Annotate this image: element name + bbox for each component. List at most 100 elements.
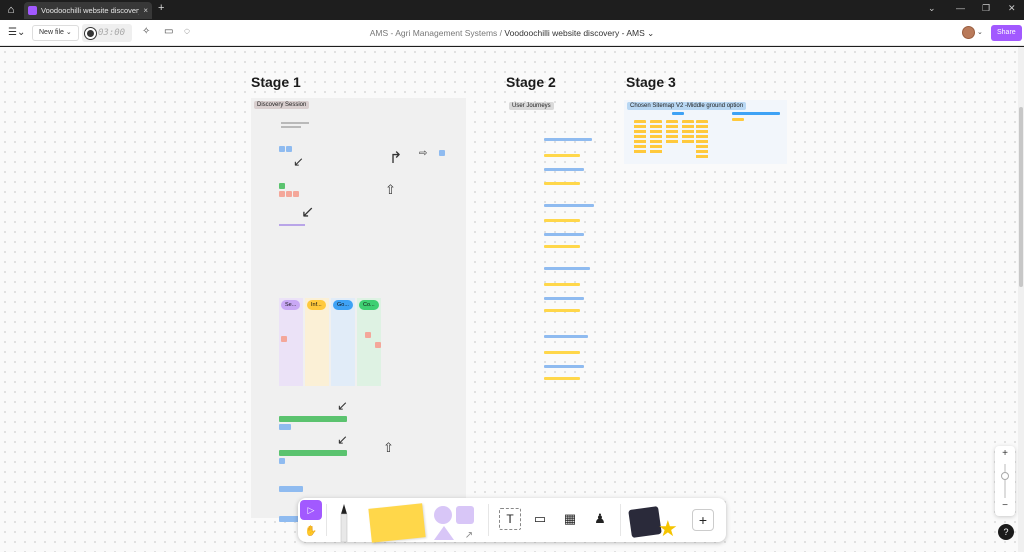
sitemap-column[interactable] bbox=[696, 120, 708, 160]
board-column bbox=[305, 298, 329, 386]
breadcrumb-team[interactable]: AMS - Agri Management Systems bbox=[370, 28, 498, 38]
journey-row[interactable] bbox=[544, 297, 584, 300]
sticky-note[interactable] bbox=[439, 150, 445, 156]
sitemap-section[interactable]: Chosen Sitemap V2 -Middle ground option bbox=[624, 100, 787, 164]
maximize-icon[interactable]: ❐ bbox=[982, 3, 990, 14]
sticky-row[interactable] bbox=[279, 486, 303, 492]
home-icon[interactable]: ⌂ bbox=[0, 0, 22, 20]
journey-row[interactable] bbox=[544, 219, 580, 222]
sitemap-column[interactable] bbox=[650, 120, 662, 154]
creation-toolbar: ▷ ✋ ↗ T ▭ ▦ ♟ ★ + bbox=[298, 498, 726, 543]
sticky-row[interactable] bbox=[279, 424, 291, 430]
chevron-down-icon[interactable]: ⌄ bbox=[928, 3, 936, 14]
sticky-note[interactable] bbox=[279, 146, 285, 152]
breadcrumb-file[interactable]: Voodoochilli website discovery - AMS ⌄ bbox=[504, 28, 654, 38]
board-column bbox=[331, 298, 355, 386]
journey-row[interactable] bbox=[544, 168, 584, 171]
sticky-note[interactable] bbox=[375, 342, 381, 348]
sticky-row[interactable] bbox=[279, 416, 347, 422]
arrow-connector: ⇨ bbox=[419, 148, 428, 159]
zoom-slider-track[interactable] bbox=[1004, 464, 1006, 498]
journey-row[interactable] bbox=[544, 283, 580, 286]
zoom-in-button[interactable]: + bbox=[995, 448, 1015, 459]
text-block bbox=[281, 126, 301, 128]
journey-row[interactable] bbox=[544, 267, 590, 270]
scrollbar-thumb[interactable] bbox=[1019, 107, 1023, 287]
arrow-connector: ↙ bbox=[301, 204, 315, 221]
marker-icon[interactable] bbox=[338, 504, 350, 542]
tab-file[interactable]: Voodoochilli website discovery - A × bbox=[24, 2, 152, 19]
sticky-note[interactable] bbox=[293, 191, 299, 197]
whiteboard-canvas[interactable]: Stage 1 Stage 2 Stage 3 Discovery Sessio… bbox=[0, 47, 1018, 552]
widgets-icon[interactable] bbox=[628, 506, 662, 538]
tab-title: Voodoochilli website discovery - A bbox=[41, 6, 140, 15]
table-tool-icon[interactable]: ▦ bbox=[559, 508, 581, 530]
stage-2-title: Stage 2 bbox=[506, 74, 556, 90]
breadcrumb: AMS - Agri Management Systems / Voodooch… bbox=[0, 28, 1024, 39]
sticky-row[interactable] bbox=[279, 450, 347, 456]
journey-row[interactable] bbox=[544, 377, 580, 380]
square-shape-icon[interactable] bbox=[456, 506, 474, 524]
sitemap-node[interactable] bbox=[732, 118, 744, 121]
column-pill[interactable]: Co... bbox=[359, 300, 379, 310]
move-tool-icon[interactable]: ▷ bbox=[300, 500, 322, 520]
journey-row[interactable] bbox=[544, 233, 584, 236]
help-button[interactable]: ? bbox=[998, 524, 1014, 540]
avatar[interactable] bbox=[962, 26, 975, 39]
share-button[interactable]: Share bbox=[991, 25, 1022, 41]
column-pill[interactable]: Se... bbox=[281, 300, 301, 310]
triangle-shape-icon[interactable] bbox=[434, 526, 454, 540]
sticky-note[interactable] bbox=[365, 332, 371, 338]
sitemap-column[interactable] bbox=[634, 120, 646, 154]
column-pill[interactable]: Go... bbox=[333, 300, 353, 310]
close-tab-icon[interactable]: × bbox=[143, 6, 148, 15]
sitemap-node[interactable] bbox=[732, 112, 780, 115]
sticky-note-icon[interactable] bbox=[368, 503, 426, 543]
sticky-note[interactable] bbox=[279, 183, 285, 189]
more-tools-button[interactable]: + bbox=[692, 509, 714, 531]
sticky-note[interactable] bbox=[286, 191, 292, 197]
hand-tool-icon[interactable]: ✋ bbox=[300, 522, 322, 540]
journey-row[interactable] bbox=[544, 154, 580, 157]
user-journeys-label[interactable]: User Journeys bbox=[509, 102, 554, 110]
zoom-slider-thumb[interactable] bbox=[1001, 472, 1009, 480]
arrow-connector: ↙ bbox=[293, 154, 304, 169]
journey-row[interactable] bbox=[544, 182, 580, 185]
chevron-down-icon[interactable]: ⌄ bbox=[977, 28, 983, 36]
journey-row[interactable] bbox=[544, 138, 592, 141]
sitemap-column[interactable] bbox=[666, 120, 678, 144]
text-block bbox=[279, 224, 305, 226]
journey-row[interactable] bbox=[544, 245, 580, 248]
discovery-session-section[interactable]: Discovery Session ↙ ↙ ↱ ⇨ ⇧ Se... Inf...… bbox=[251, 98, 466, 522]
stage-3-title: Stage 3 bbox=[626, 74, 676, 90]
journey-row[interactable] bbox=[544, 335, 588, 338]
arrow-connector: ↙ bbox=[337, 432, 348, 447]
divider bbox=[326, 504, 327, 536]
sitemap-node[interactable] bbox=[672, 112, 684, 115]
column-pill[interactable]: Inf... bbox=[307, 300, 326, 310]
journey-row[interactable] bbox=[544, 204, 594, 207]
sticky-note[interactable] bbox=[279, 191, 285, 197]
new-tab-icon[interactable]: + bbox=[158, 2, 164, 14]
vertical-scrollbar[interactable] bbox=[1018, 47, 1024, 552]
minimize-icon[interactable]: — bbox=[956, 3, 965, 13]
journey-row[interactable] bbox=[544, 351, 580, 354]
section-label: Discovery Session bbox=[254, 101, 310, 109]
close-window-icon[interactable]: ✕ bbox=[1008, 3, 1016, 14]
journey-row[interactable] bbox=[544, 365, 584, 368]
breadcrumb-separator: / bbox=[499, 28, 503, 38]
circle-shape-icon[interactable] bbox=[434, 506, 452, 524]
section-tool-icon[interactable]: ▭ bbox=[529, 508, 551, 530]
sticky-note[interactable] bbox=[281, 336, 287, 342]
zoom-out-button[interactable]: − bbox=[995, 500, 1015, 511]
sitemap-column[interactable] bbox=[682, 120, 694, 144]
figjam-icon bbox=[28, 6, 37, 15]
connector-arrow-icon[interactable]: ↗ bbox=[458, 524, 480, 546]
star-icon[interactable]: ★ bbox=[658, 516, 678, 542]
stamp-tool-icon[interactable]: ♟ bbox=[589, 508, 611, 530]
sticky-note[interactable] bbox=[286, 146, 292, 152]
sticky-row[interactable] bbox=[279, 458, 285, 464]
journey-row[interactable] bbox=[544, 309, 580, 312]
text-tool-icon[interactable]: T bbox=[499, 508, 521, 530]
divider bbox=[620, 504, 621, 536]
